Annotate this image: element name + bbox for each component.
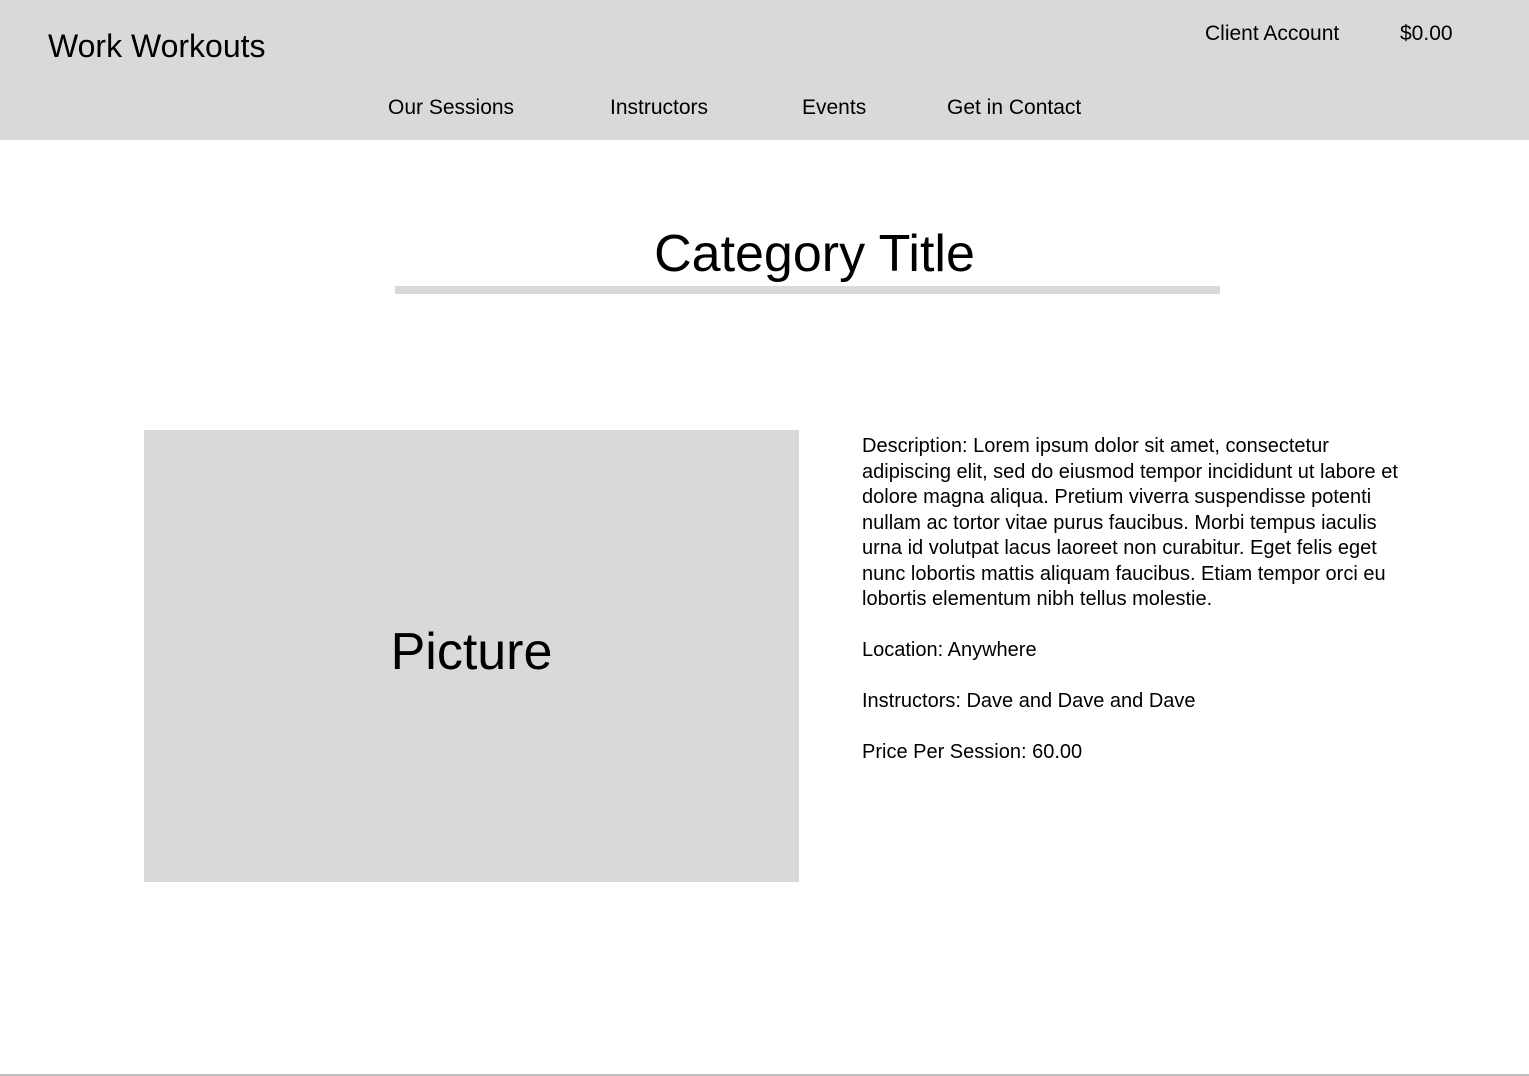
nav-item-our-sessions[interactable]: Our Sessions xyxy=(388,94,514,122)
location-text: Location: Anywhere xyxy=(862,639,1037,661)
client-account-link[interactable]: Client Account xyxy=(1205,20,1339,48)
picture-label: Picture xyxy=(390,623,553,681)
category-picture-placeholder: Picture xyxy=(144,430,799,882)
price-text: Price Per Session: 60.00 xyxy=(862,741,1083,763)
cart-total-link[interactable]: $0.00 xyxy=(1400,20,1453,48)
instructors-text: Instructors: Dave and Dave and Dave xyxy=(862,690,1196,712)
nav-item-get-in-contact[interactable]: Get in Contact xyxy=(947,94,1081,122)
category-title: Category Title xyxy=(654,225,975,283)
nav-item-instructors[interactable]: Instructors xyxy=(610,94,708,122)
brand-logo-link[interactable]: Work Workouts xyxy=(48,26,266,66)
description-text: Description: Lorem ipsum dolor sit amet,… xyxy=(862,435,1398,610)
category-details: Description: Lorem ipsum dolor sit amet,… xyxy=(862,434,1487,791)
nav-item-events[interactable]: Events xyxy=(802,94,866,122)
title-underline-divider xyxy=(395,286,1220,294)
site-header: Work Workouts Client Account $0.00 Our S… xyxy=(0,0,1529,140)
